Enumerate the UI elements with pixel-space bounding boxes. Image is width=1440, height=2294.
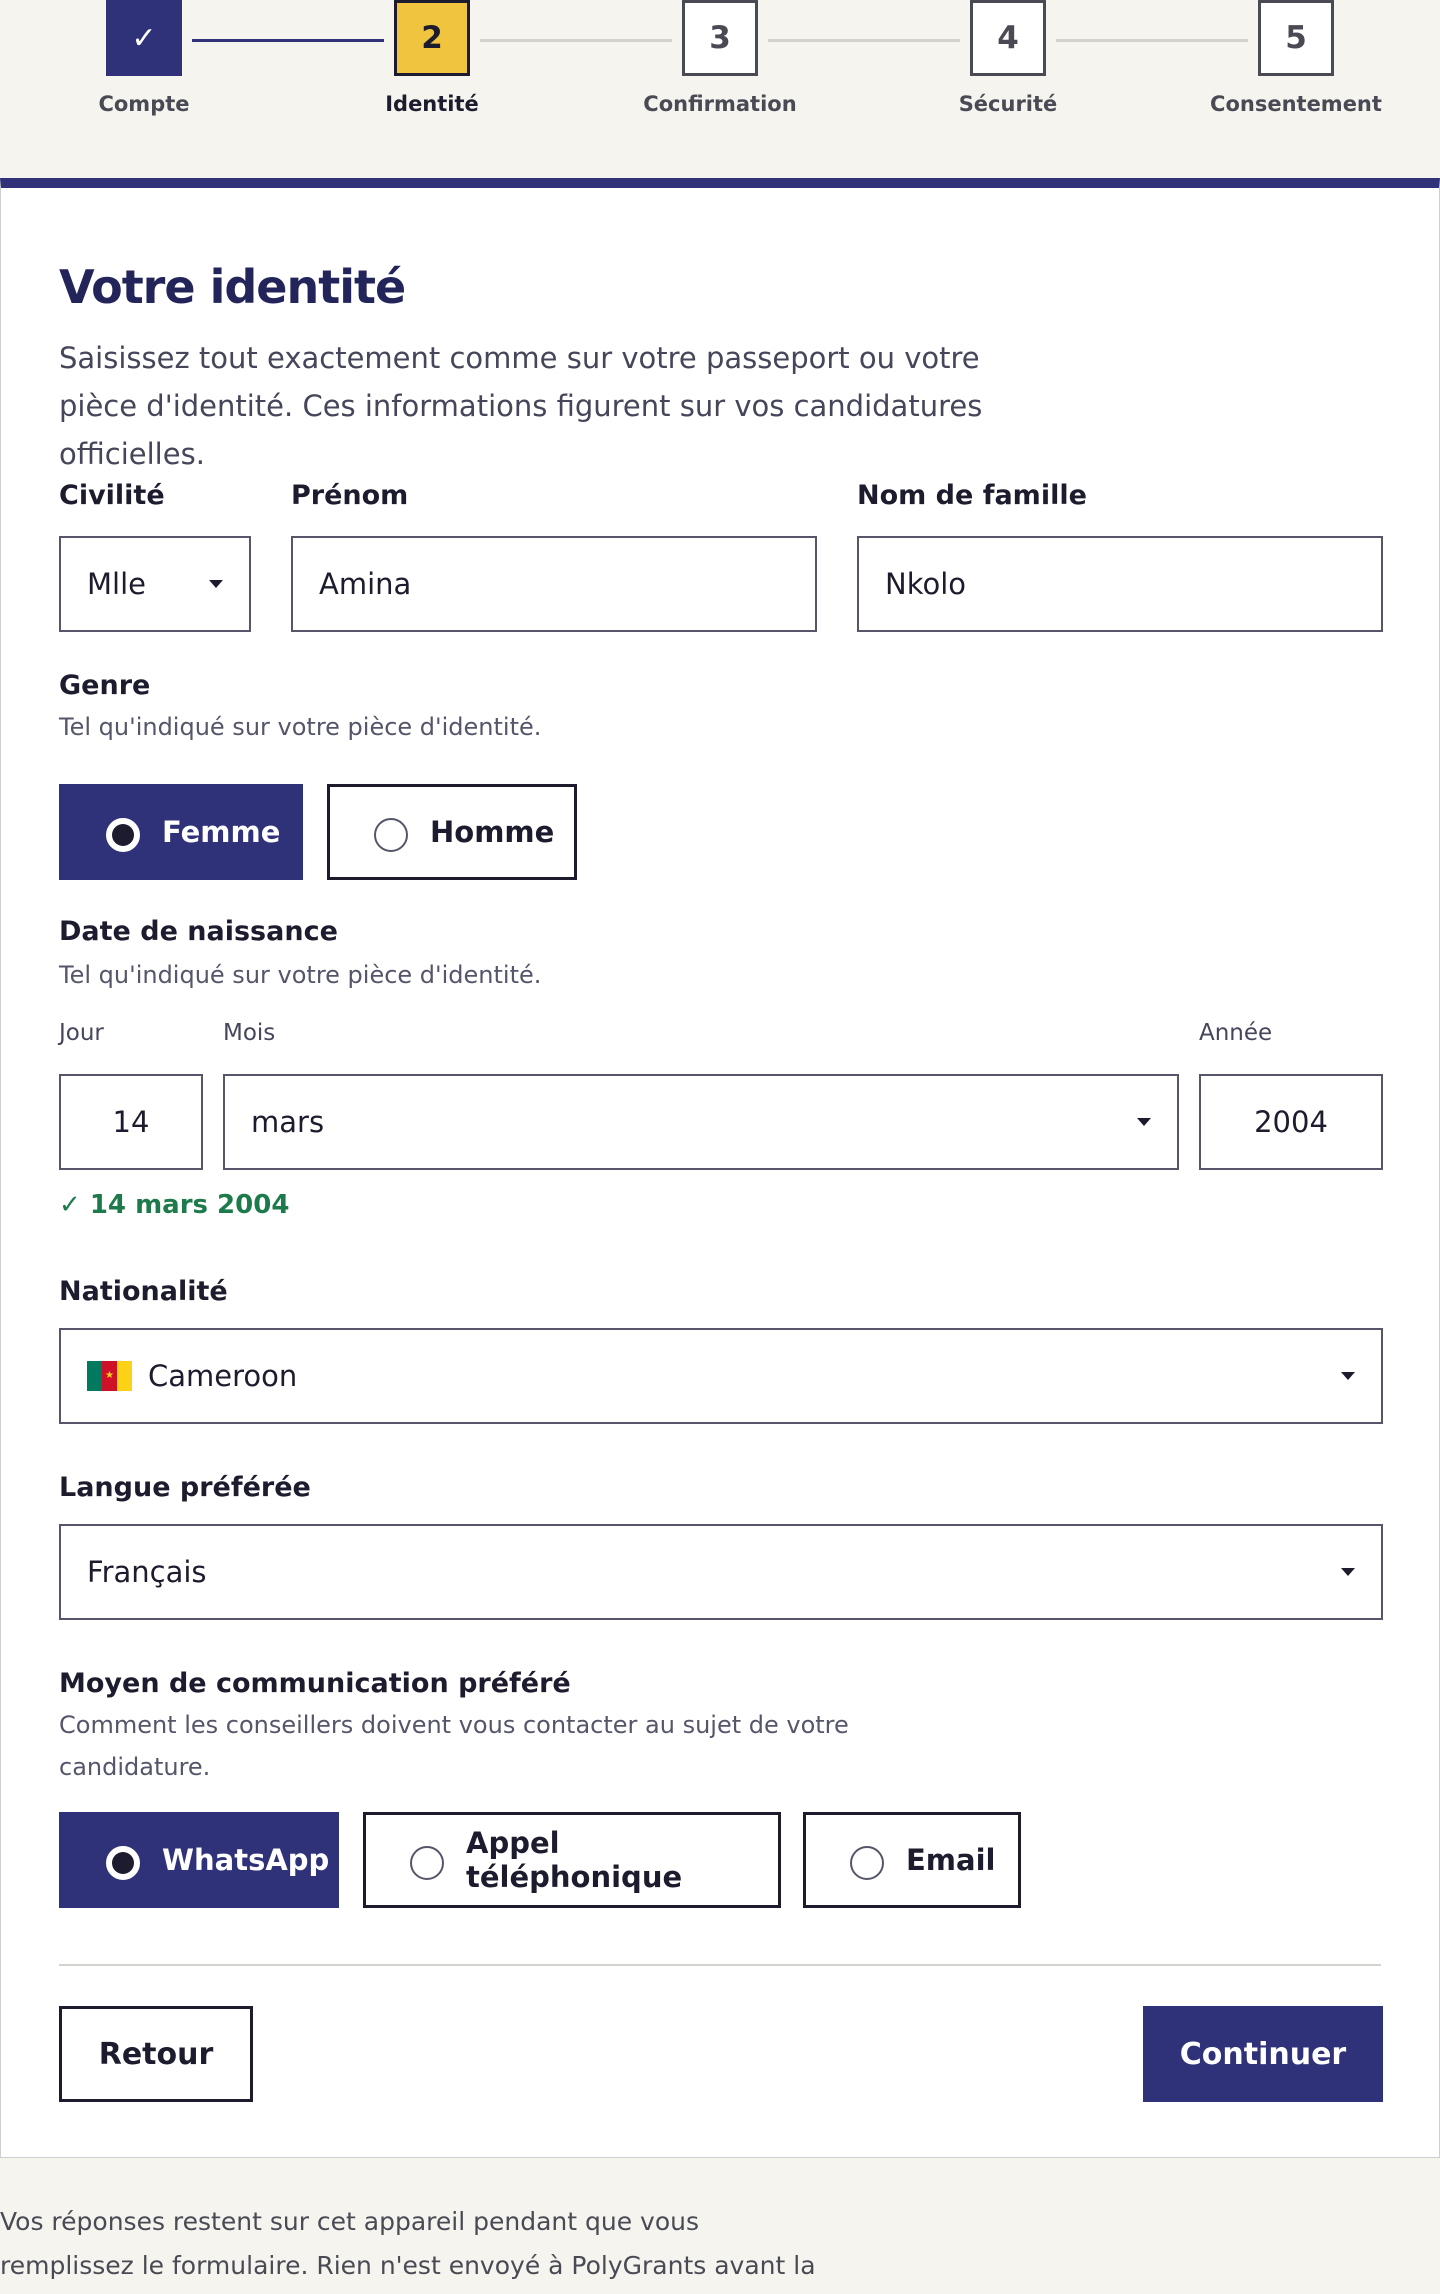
gender-option-femme[interactable]: Femme: [59, 784, 303, 880]
progress-stepper: ✓ Compte 2 Identité 3 Confirmation 4 Séc…: [0, 0, 1440, 178]
step-confirmation: 3 Confirmation: [620, 0, 820, 116]
form-divider: [59, 1964, 1381, 1966]
step-compte[interactable]: ✓ Compte: [44, 0, 244, 116]
language-value: Français: [87, 1555, 207, 1589]
radio-unselected-icon: [410, 1846, 444, 1880]
nationality-label: Nationalité: [59, 1276, 228, 1307]
page-title: Votre identité: [59, 260, 406, 314]
day-label: Jour: [59, 1020, 104, 1046]
birth-day-input[interactable]: 14: [59, 1074, 203, 1170]
step-identite: 2 Identité: [332, 0, 532, 116]
birth-month-select[interactable]: mars: [223, 1074, 1179, 1170]
radio-selected-icon: [106, 1846, 140, 1880]
chevron-down-icon: [1341, 1568, 1355, 1576]
step-label: Identité: [385, 92, 479, 116]
language-select[interactable]: Français: [59, 1524, 1383, 1620]
civility-value: Mlle: [87, 567, 146, 601]
chevron-down-icon: [1341, 1372, 1355, 1380]
privacy-footnote: Vos réponses restent sur cet appareil pe…: [0, 2207, 816, 2280]
step-label: Consentement: [1210, 92, 1382, 116]
contact-option-email[interactable]: Email: [803, 1812, 1021, 1908]
chevron-down-icon: [209, 580, 223, 588]
step-label: Compte: [98, 92, 190, 116]
contact-option-whatsapp[interactable]: WhatsApp: [59, 1812, 339, 1908]
cameroon-flag-icon: ★: [87, 1361, 132, 1391]
birth-year-input[interactable]: 2004: [1199, 1074, 1383, 1170]
last-name-input[interactable]: Nkolo: [857, 536, 1383, 632]
contact-option-phone-call[interactable]: Appel téléphonique: [363, 1812, 781, 1908]
contact-option-label: Email: [906, 1843, 996, 1877]
birth-day-value: 14: [112, 1105, 150, 1139]
contact-method-label: Moyen de communication préféré: [59, 1668, 571, 1699]
contact-method-hint: Comment les conseillers doivent vous con…: [59, 1711, 849, 1781]
month-label: Mois: [223, 1020, 276, 1046]
civility-label: Civilité: [59, 480, 165, 511]
step-number: 3: [682, 0, 758, 76]
step-number: 4: [970, 0, 1046, 76]
contact-option-label: WhatsApp: [162, 1843, 330, 1877]
year-label: Année: [1199, 1020, 1273, 1046]
date-confirmation: ✓ 14 mars 2004: [59, 1190, 290, 1220]
birth-date-hint: Tel qu'indiqué sur votre pièce d'identit…: [59, 961, 542, 989]
last-name-label: Nom de famille: [857, 480, 1087, 511]
first-name-label: Prénom: [291, 480, 409, 511]
gender-hint: Tel qu'indiqué sur votre pièce d'identit…: [59, 713, 542, 741]
gender-option-homme[interactable]: Homme: [327, 784, 577, 880]
birth-month-value: mars: [251, 1105, 325, 1139]
nationality-select[interactable]: ★ Cameroon: [59, 1328, 1383, 1424]
radio-unselected-icon: [850, 1846, 884, 1880]
gender-option-label: Homme: [430, 815, 555, 849]
page-lead: Saisissez tout exactement comme sur votr…: [59, 341, 983, 471]
checkmark-icon: ✓: [106, 0, 182, 76]
birth-year-value: 2004: [1254, 1105, 1328, 1139]
step-consentement: 5 Consentement: [1196, 0, 1396, 116]
radio-unselected-icon: [374, 818, 408, 852]
step-number: 5: [1258, 0, 1334, 76]
gender-option-label: Femme: [162, 815, 281, 849]
birth-date-label: Date de naissance: [59, 916, 338, 947]
civility-select[interactable]: Mlle: [59, 536, 251, 632]
step-label: Sécurité: [958, 92, 1058, 116]
step-securite: 4 Sécurité: [908, 0, 1108, 116]
back-button[interactable]: Retour: [59, 2006, 253, 2102]
step-number: 2: [394, 0, 470, 76]
first-name-input[interactable]: Amina: [291, 536, 817, 632]
first-name-value: Amina: [319, 567, 412, 601]
contact-option-label: Appel téléphonique: [466, 1826, 683, 1894]
gender-label: Genre: [59, 670, 151, 701]
language-label: Langue préférée: [59, 1472, 311, 1503]
identity-form-card: Votre identité Saisissez tout exactement…: [0, 178, 1440, 2158]
continue-button[interactable]: Continuer: [1143, 2006, 1383, 2102]
nationality-value: Cameroon: [148, 1359, 298, 1393]
step-label: Confirmation: [643, 92, 797, 116]
radio-selected-icon: [106, 818, 140, 852]
last-name-value: Nkolo: [885, 567, 966, 601]
chevron-down-icon: [1137, 1118, 1151, 1126]
